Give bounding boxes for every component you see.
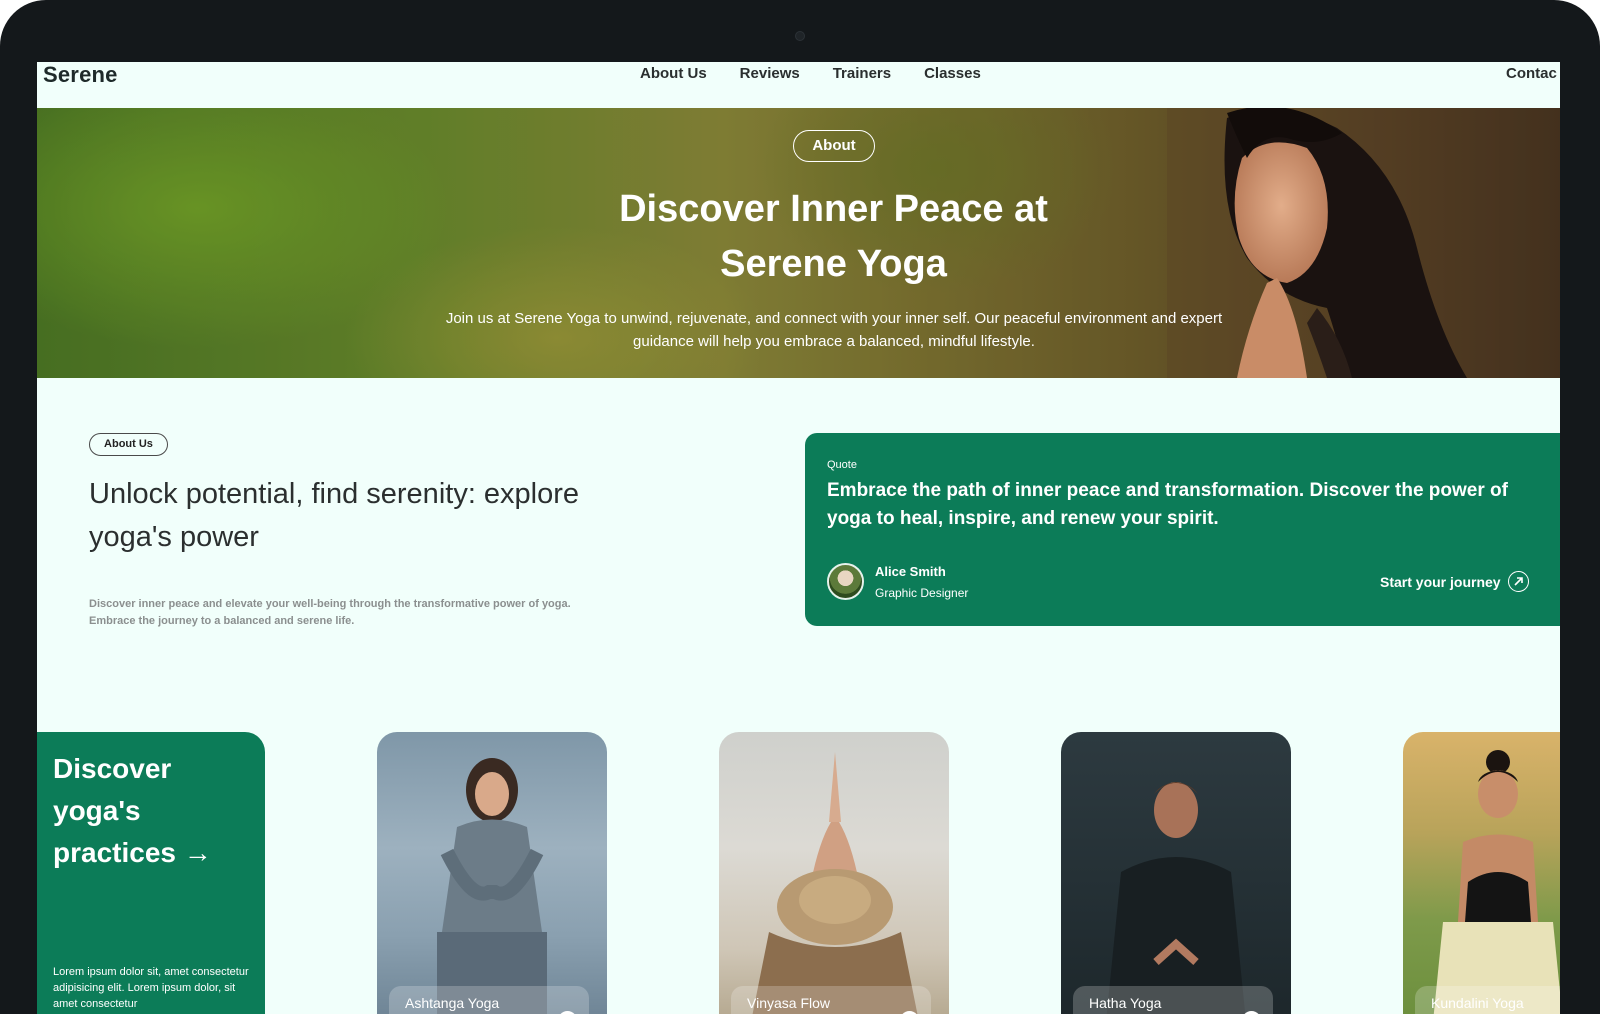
author-role: Graphic Designer: [875, 586, 969, 600]
browser-viewport: Serene About Us Reviews Trainers Classes…: [37, 62, 1560, 1014]
quote-text: Embrace the path of inner peace and tran…: [827, 480, 1508, 529]
camera-dot: [795, 31, 805, 41]
nav-link-contact[interactable]: Contac: [1506, 65, 1557, 82]
author-avatar: [827, 563, 864, 600]
vinyasa-flow-image: [752, 752, 918, 1014]
nav-link-reviews[interactable]: Reviews: [740, 65, 800, 82]
practice-card-vinyasa[interactable]: Vinyasa Flow: [719, 732, 949, 1014]
about-us-pill[interactable]: About Us: [89, 433, 168, 456]
nav-link-classes[interactable]: Classes: [924, 65, 981, 82]
about-heading: Unlock potential, find serenity: explore…: [89, 473, 669, 559]
kundalini-yoga-image: [1433, 750, 1560, 1014]
hero-title-line-2: Serene Yoga: [720, 243, 947, 285]
practice-card-label: Kundalini Yoga: [1415, 986, 1560, 1014]
nav-link-about-us[interactable]: About Us: [640, 65, 707, 82]
author-name: Alice Smith: [875, 564, 946, 579]
top-navbar: Serene About Us Reviews Trainers Classes…: [37, 62, 1560, 108]
about-heading-line-1: Unlock potential, find serenity: explore: [89, 478, 580, 510]
practices-heading-line-3: practices →: [53, 832, 253, 874]
practice-card-label: Hatha Yoga: [1073, 986, 1273, 1014]
practice-card-label: Vinyasa Flow: [731, 986, 931, 1014]
about-heading-line-2: yoga's power: [89, 521, 259, 553]
practices-heading: Discover yoga's practices →: [53, 748, 253, 874]
hero-banner: About Discover Inner Peace at Serene Yog…: [37, 108, 1560, 378]
practices-intro-card[interactable]: Discover yoga's practices → Lorem ipsum …: [37, 732, 265, 1014]
quote-card: Quote Embrace the path of inner peace an…: [805, 433, 1560, 626]
arrow-right-icon: →: [183, 837, 212, 868]
practices-description: Lorem ipsum dolor sit, amet consectetur …: [53, 966, 249, 1010]
hero-subtitle: Join us at Serene Yoga to unwind, rejuve…: [389, 307, 1279, 353]
practice-card-hatha[interactable]: Hatha Yoga: [1061, 732, 1291, 1014]
hatha-yoga-image: [1106, 782, 1246, 1014]
practice-card-kundalini[interactable]: Kundalini Yoga: [1403, 732, 1560, 1014]
practice-card-label: Ashtanga Yoga: [389, 986, 589, 1014]
laptop-bezel: Serene About Us Reviews Trainers Classes…: [0, 0, 1600, 1014]
quote-label: Quote: [827, 459, 857, 471]
about-description: Discover inner peace and elevate your we…: [89, 596, 649, 630]
brand-logo[interactable]: Serene: [43, 62, 118, 88]
nav-links: About Us Reviews Trainers Classes: [640, 65, 981, 82]
about-description-line-2: Embrace the journey to a balanced and se…: [89, 615, 355, 627]
nav-link-trainers[interactable]: Trainers: [833, 65, 891, 82]
start-journey-button[interactable]: Start your journey: [1380, 571, 1529, 592]
practices-heading-line-1: Discover: [53, 753, 172, 784]
about-description-line-1: Discover inner peace and elevate your we…: [89, 598, 571, 610]
arrow-up-right-icon: [1507, 571, 1529, 592]
hero-title-line-1: Discover Inner Peace at: [619, 188, 1048, 230]
hero-subtitle-line-2: guidance will help you embrace a balance…: [633, 333, 1035, 350]
practice-card-ashtanga[interactable]: Ashtanga Yoga: [377, 732, 607, 1014]
practices-heading-line-2: yoga's: [53, 795, 141, 826]
hero-subtitle-line-1: Join us at Serene Yoga to unwind, rejuve…: [445, 310, 1223, 327]
practices-heading-word: practices: [53, 837, 176, 868]
ashtanga-yoga-image: [437, 758, 547, 1014]
start-journey-label: Start your journey: [1380, 573, 1501, 590]
hero-about-pill[interactable]: About: [793, 130, 875, 162]
hero-title: Discover Inner Peace at Serene Yoga: [407, 182, 1260, 292]
